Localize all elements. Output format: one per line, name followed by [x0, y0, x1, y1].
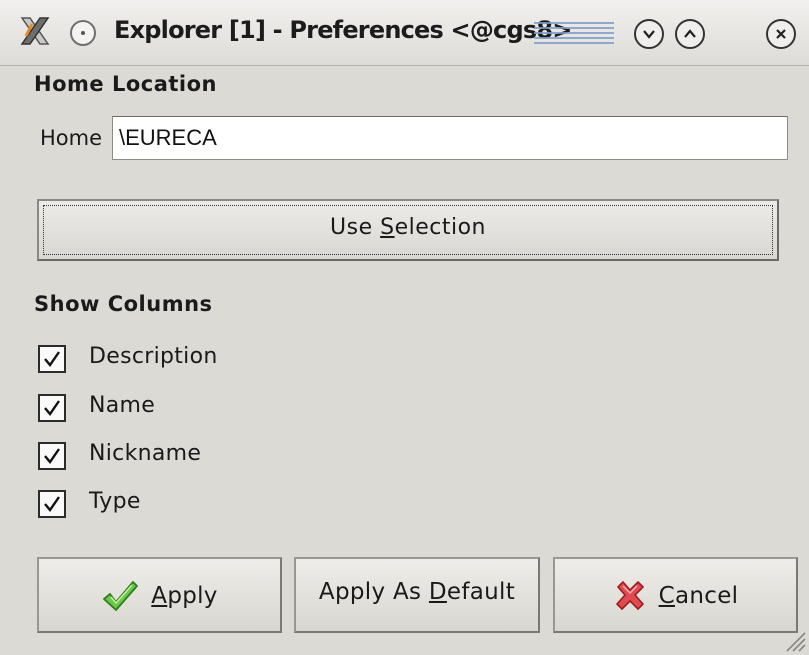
apply-as-default-label: Apply As Default	[318, 579, 516, 605]
show-columns-heading: Show Columns	[34, 292, 213, 316]
checkbox-box[interactable]	[38, 490, 66, 518]
use-selection-label: Use Selection	[330, 215, 486, 240]
apply-label: Apply	[151, 583, 218, 609]
red-x-icon	[615, 581, 644, 610]
minimize-icon[interactable]	[634, 19, 664, 49]
checkbox-label: Description	[89, 344, 218, 369]
cancel-button[interactable]: Cancel	[553, 557, 798, 633]
use-selection-button[interactable]: Use Selection	[37, 199, 779, 261]
checkmark-icon	[44, 351, 60, 367]
home-label: Home	[40, 126, 103, 150]
checkbox-label: Name	[89, 393, 156, 418]
title-bar[interactable]: Explorer [1] - Preferences <@cgs8>	[0, 0, 809, 66]
checkmark-icon	[44, 448, 60, 464]
home-input[interactable]: \EURECA	[112, 116, 788, 160]
checkbox-label: Nickname	[89, 441, 202, 466]
resize-grip-icon[interactable]	[781, 627, 807, 653]
maximize-icon[interactable]	[675, 19, 705, 49]
checkmark-icon	[44, 496, 60, 512]
checkbox-label: Type	[89, 489, 141, 514]
cancel-label: Cancel	[658, 583, 739, 609]
window-title: Explorer [1] - Preferences <@cgs8>	[114, 16, 572, 44]
window-menu-icon[interactable]	[70, 20, 96, 46]
checkbox-box[interactable]	[38, 394, 66, 422]
close-icon[interactable]	[766, 19, 796, 49]
title-grip	[534, 22, 614, 44]
checkmark-icon	[103, 581, 139, 611]
apply-button[interactable]: Apply	[37, 557, 282, 633]
checkbox-box[interactable]	[38, 442, 66, 470]
home-location-heading: Home Location	[34, 72, 217, 96]
app-x-icon[interactable]	[18, 14, 52, 48]
checkmark-icon	[44, 400, 60, 416]
apply-as-default-button[interactable]: Apply As Default	[294, 557, 540, 633]
checkbox-box[interactable]	[38, 345, 66, 373]
